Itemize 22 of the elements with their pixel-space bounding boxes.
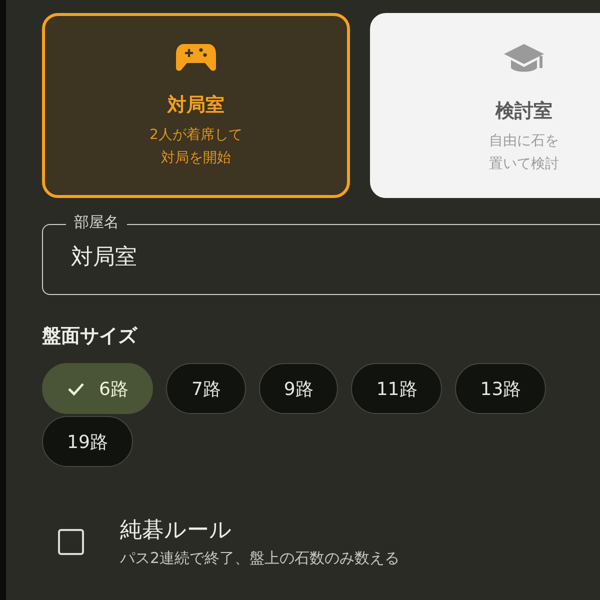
card-description: 2人が着席して bbox=[150, 126, 242, 145]
text-input[interactable]: 対局室 bbox=[71, 244, 471, 269]
room-type-card[interactable]: 検討室 自由に石を 置いて検討 bbox=[370, 13, 600, 198]
field-label: 部屋名 bbox=[66, 213, 127, 232]
size-chip[interactable]: 6路 bbox=[42, 363, 154, 414]
size-chip[interactable]: 11路 bbox=[351, 363, 442, 414]
gamepad-icon bbox=[176, 42, 216, 72]
rule-title: 純碁ルール bbox=[120, 517, 233, 545]
section-heading: 盤面サイズ bbox=[42, 324, 138, 349]
card-title: 検討室 bbox=[496, 99, 552, 124]
rule-description: パス2連続で終了、盤上の石数のみ数える bbox=[120, 549, 400, 568]
size-chip[interactable]: 13路 bbox=[455, 363, 546, 414]
card-title: 対局室 bbox=[168, 93, 224, 118]
card-description: 自由に石を bbox=[489, 132, 559, 151]
card-description: 対局を開始 bbox=[160, 149, 232, 168]
checkbox[interactable] bbox=[58, 528, 84, 554]
size-chip[interactable]: 9路 bbox=[258, 363, 338, 414]
card-description: 置いて検討 bbox=[489, 155, 559, 174]
room-type-card[interactable]: 対局室 2人が着席して 対局を開始 bbox=[42, 13, 350, 198]
size-chip[interactable]: 7路 bbox=[166, 363, 246, 414]
size-chip[interactable]: 19路 bbox=[42, 416, 133, 467]
check-icon bbox=[67, 382, 85, 396]
